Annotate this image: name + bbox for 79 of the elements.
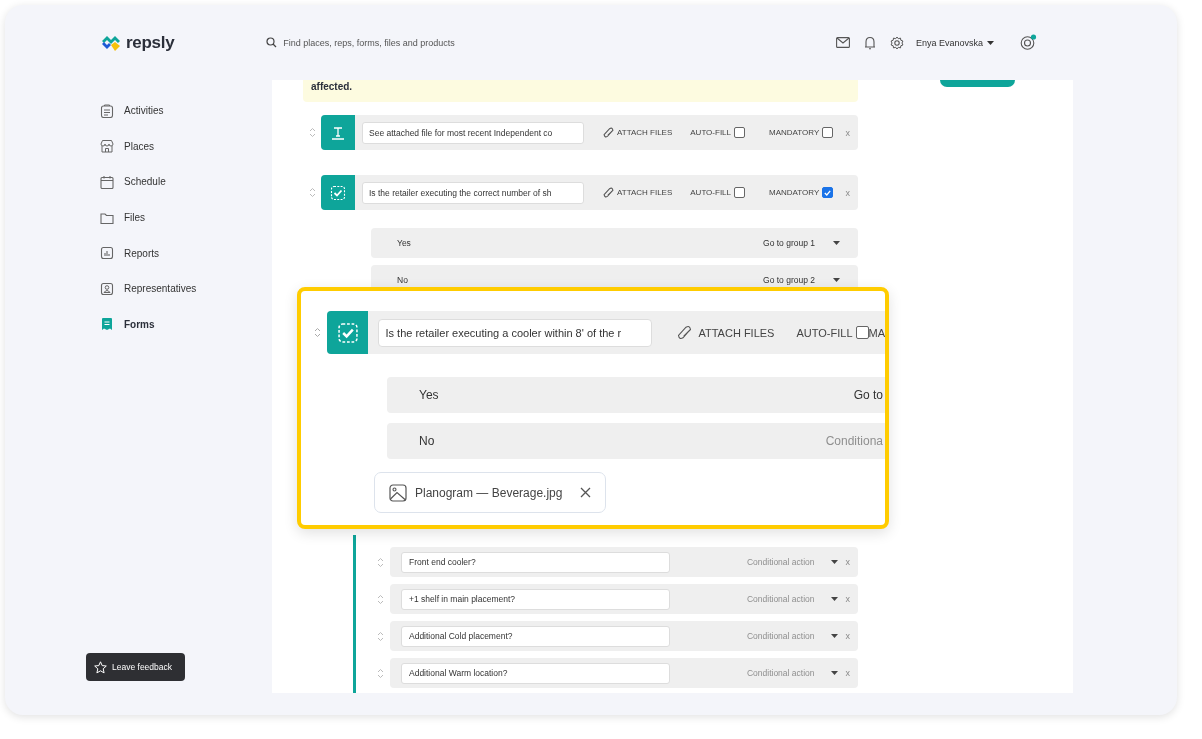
action-button[interactable] <box>940 80 1015 87</box>
calendar-icon <box>100 175 114 189</box>
question-type-button[interactable] <box>321 175 355 210</box>
drag-handle-icon[interactable] <box>308 187 316 198</box>
checkbox[interactable] <box>734 187 745 198</box>
caret-icon[interactable] <box>830 671 838 675</box>
auto-fill-label: AUTO-FILL <box>690 128 731 137</box>
auto-fill-label: AUTO-FILL <box>690 188 731 197</box>
text-type-icon <box>330 124 346 141</box>
attach-files-link[interactable]: ATTACH FILES <box>603 187 673 198</box>
paperclip-icon <box>677 325 693 340</box>
caret-icon[interactable] <box>830 560 838 564</box>
checkbox[interactable] <box>822 187 834 198</box>
caret-icon <box>987 40 994 45</box>
caret-icon[interactable] <box>833 278 840 282</box>
settings-icon[interactable] <box>889 35 904 50</box>
question-field[interactable]: Is the retailer executing a cooler within 8' of the r <box>378 318 653 347</box>
star-icon <box>94 660 107 674</box>
question-field[interactable]: Front end cooler? <box>401 551 670 573</box>
answer-label: Yes <box>397 238 411 248</box>
mandatory-label: MA <box>868 326 885 339</box>
answer-label: Yes <box>419 388 439 402</box>
paperclip-icon <box>603 187 614 198</box>
question-field[interactable]: Additional Warm location? <box>401 662 670 684</box>
sidebar-item[interactable]: Files <box>5 199 272 236</box>
question-field[interactable]: See attached file for most recent Independent co <box>362 121 584 144</box>
image-icon <box>389 483 407 502</box>
action-value[interactable]: Go to group 1 <box>763 238 815 248</box>
user-menu[interactable]: Enya Evanovska <box>915 37 994 48</box>
caret-icon[interactable] <box>833 241 840 245</box>
drag-handle-icon[interactable] <box>376 630 384 642</box>
checkbox[interactable] <box>822 127 834 138</box>
logo-text: repsly <box>126 32 175 53</box>
checkbox[interactable] <box>855 326 869 339</box>
person-icon <box>100 281 114 296</box>
mandatory-label: MANDATORY <box>769 128 820 137</box>
sidebar-item[interactable]: Schedule <box>5 164 272 200</box>
question-type-button[interactable] <box>327 311 369 354</box>
drag-handle-icon[interactable] <box>314 327 322 338</box>
checkbox-type-icon <box>336 321 359 344</box>
sidebar-item[interactable]: Representatives <box>5 270 272 307</box>
notice-text: affected. <box>303 80 858 102</box>
folder-icon <box>100 210 114 225</box>
drag-handle-icon[interactable] <box>376 667 384 679</box>
action-value[interactable]: Go to <box>853 388 883 402</box>
action-value[interactable]: Go to group 2 <box>763 275 815 285</box>
form-icon <box>100 317 114 332</box>
search-icon <box>266 37 278 48</box>
drag-handle-icon[interactable] <box>376 556 384 568</box>
support-icon[interactable] <box>1020 34 1037 51</box>
question-field[interactable]: Additional Cold placement? <box>401 625 670 647</box>
answer-label: No <box>397 275 408 285</box>
drag-handle-icon[interactable] <box>308 127 316 138</box>
auto-fill-label: AUTO-FILL <box>796 326 853 339</box>
sidebar-item[interactable]: Activities <box>5 93 272 129</box>
attach-files-link[interactable]: ATTACH FILES <box>603 127 673 138</box>
caret-icon[interactable] <box>830 597 838 601</box>
checkbox[interactable] <box>734 127 745 138</box>
file-name: Planogram — Beverage.jpg <box>415 485 563 500</box>
sidebar-item[interactable]: Places <box>5 128 272 165</box>
clipboard-icon <box>100 103 114 118</box>
store-icon <box>100 139 114 154</box>
search-field[interactable]: Find places, reps, forms, files and products <box>283 37 524 48</box>
checkbox-type-icon <box>330 184 346 201</box>
mail-icon[interactable] <box>835 37 850 48</box>
paperclip-icon <box>603 127 614 138</box>
chart-icon <box>100 246 114 261</box>
mandatory-label: MANDATORY <box>769 188 820 197</box>
answer-label: No <box>419 434 435 448</box>
question-field[interactable]: +1 shelf in main placement? <box>401 588 670 610</box>
caret-icon[interactable] <box>830 634 838 638</box>
question-field[interactable]: Is the retailer executing the correct number of sh <box>362 181 584 204</box>
close-icon[interactable] <box>580 487 591 498</box>
sidebar-item[interactable]: Forms <box>5 306 272 343</box>
sidebar-item[interactable]: Reports <box>5 235 272 271</box>
attach-files-link[interactable]: ATTACH FILES <box>677 325 775 340</box>
bell-icon[interactable] <box>863 35 876 50</box>
feedback-button[interactable]: Leave feedback <box>86 653 185 681</box>
drag-handle-icon[interactable] <box>376 593 384 605</box>
